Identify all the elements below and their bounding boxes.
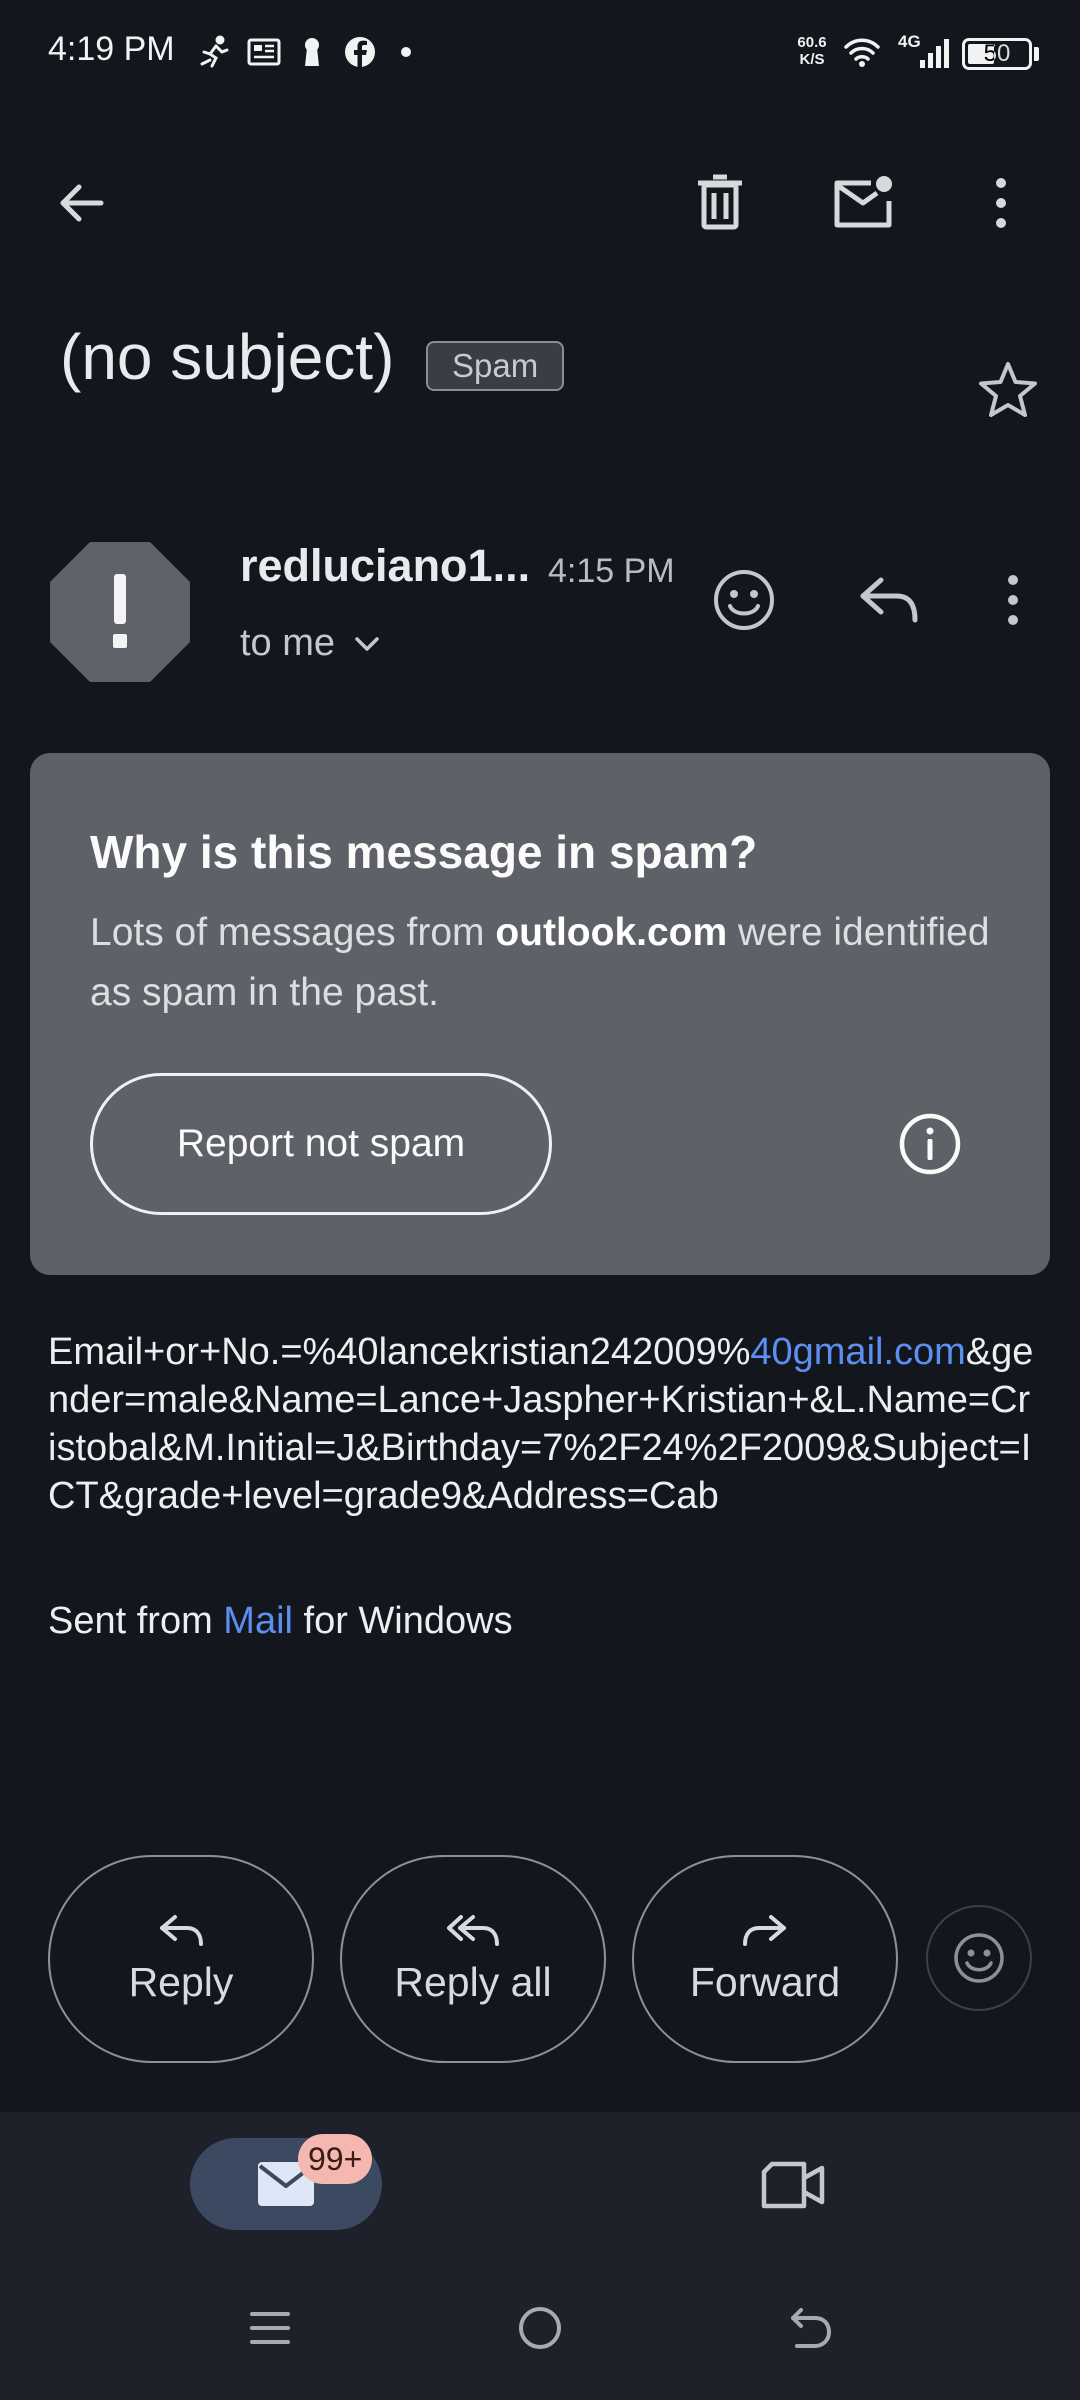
back-curve-icon [787, 2306, 833, 2350]
status-time: 4:19 PM [48, 30, 175, 68]
spam-card-title: Why is this message in spam? [90, 826, 758, 878]
email-time: 4:15 PM [548, 552, 675, 590]
info-icon [898, 1112, 962, 1176]
delete-button[interactable] [677, 160, 763, 246]
spam-card-description: Lots of messages from outlook.com were i… [90, 911, 990, 1014]
reply-icon [857, 572, 921, 628]
battery-level: 50 [983, 40, 1011, 67]
home-circle-icon [517, 2305, 563, 2351]
network-speed: 60.6 K/S [797, 34, 827, 68]
home-button[interactable] [500, 2288, 580, 2368]
recipient-label: to me [240, 622, 336, 664]
spam-info-button[interactable] [884, 1098, 976, 1190]
star-button[interactable] [968, 350, 1048, 430]
recipient-details[interactable]: to me [240, 622, 381, 665]
recent-apps-button[interactable] [230, 2288, 310, 2368]
unread-count-badge: 99+ [298, 2134, 373, 2184]
react-emoji-button[interactable] [699, 555, 789, 645]
more-options-button[interactable] [958, 160, 1044, 246]
battery-tip [1034, 47, 1039, 61]
reply-header-button[interactable] [844, 555, 934, 645]
body-link[interactable]: 40gmail.com [750, 1331, 965, 1373]
more-vert-icon [1003, 572, 1023, 628]
sender-avatar[interactable] [48, 540, 192, 684]
back-button[interactable] [38, 160, 124, 246]
report-not-spam-button[interactable]: Report not spam [90, 1073, 552, 1215]
system-back-button[interactable] [770, 2288, 850, 2368]
reply-all-icon [445, 1913, 501, 1947]
tab-meet[interactable] [748, 2140, 838, 2230]
spam-warning-card: Why is this message in spam? Lots of mes… [30, 753, 1050, 1275]
more-vert-icon [991, 175, 1011, 231]
star-icon [977, 360, 1039, 420]
forward-button[interactable]: Forward [632, 1855, 898, 2063]
back-arrow-icon [53, 175, 109, 231]
email-body: Email+or+No.=%40lancekristian242009%40gm… [48, 1331, 1034, 1517]
mark-unread-button[interactable] [821, 160, 907, 246]
status-bar: 4:19 PM 60.6 K/S 4G 50 [0, 0, 1080, 110]
running-icon [196, 34, 232, 70]
reply-all-button[interactable]: Reply all [340, 1855, 606, 2063]
spam-label-chip[interactable]: Spam [426, 341, 565, 391]
wifi-icon [842, 34, 882, 70]
delete-icon [692, 173, 748, 233]
mail-app-link[interactable]: Mail [223, 1600, 293, 1642]
facebook-icon [342, 34, 378, 70]
reply-all-label: Reply all [394, 1958, 552, 2005]
chevron-down-icon [353, 634, 381, 654]
signal-icon: 4G [898, 32, 956, 70]
message-more-button[interactable] [970, 555, 1056, 645]
forward-label: Forward [689, 1958, 841, 2005]
forward-icon [741, 1913, 789, 1947]
reply-button[interactable]: Reply [48, 1855, 314, 2063]
mark-unread-icon [831, 173, 897, 233]
emoji-icon [952, 1931, 1006, 1985]
video-camera-icon [760, 2160, 826, 2210]
battery-icon: 50 [962, 38, 1032, 70]
add-reaction-button[interactable] [926, 1905, 1032, 2011]
dot-icon [396, 34, 432, 70]
email-signature: Sent from Mail for Windows [48, 1600, 513, 1642]
reply-icon [157, 1913, 205, 1947]
email-subject: (no subject) [60, 321, 395, 393]
keyhole-icon [294, 34, 330, 70]
menu-lines-icon [248, 2308, 292, 2348]
emoji-icon [712, 568, 776, 632]
spam-domain: outlook.com [495, 911, 728, 954]
sender-name[interactable]: redluciano1... [240, 540, 530, 592]
reply-label: Reply [128, 1958, 234, 2005]
news-icon [246, 34, 282, 70]
